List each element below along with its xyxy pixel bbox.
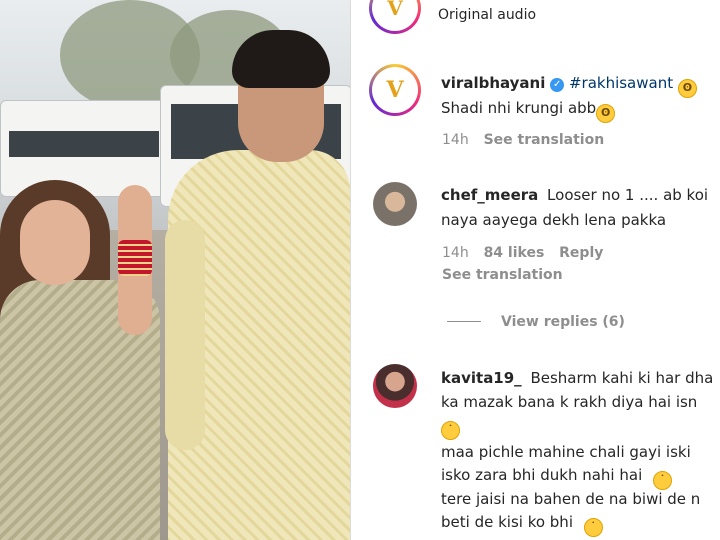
comment-text: naya aayega dekh lena pakka xyxy=(441,211,667,229)
caption-text-line: Shadi nhi krungi abb ʘ xyxy=(441,99,616,123)
view-replies-label: View replies (6) xyxy=(501,314,625,330)
media-woman-face xyxy=(20,200,90,285)
caption-see-translation[interactable]: See translation xyxy=(484,132,605,148)
post-author-avatar[interactable]: V xyxy=(369,64,421,116)
comment-text: tere jaisi na bahen de na biwi de n xyxy=(441,490,701,508)
caption-time: 14h xyxy=(442,132,469,148)
comment-time: 14h xyxy=(442,245,469,261)
media-man-arm xyxy=(165,220,205,450)
comment-likes[interactable]: 84 likes xyxy=(484,245,545,261)
media-bus xyxy=(0,100,167,197)
flushed-face-icon: ʘ xyxy=(596,104,616,123)
comment-emoji-line: ˙ xyxy=(441,416,460,440)
audio-avatar[interactable]: V xyxy=(369,0,421,34)
comment-text: Looser no 1 .... ab koi xyxy=(547,186,709,204)
comment-line: kavita19_ Besharm kahi ki har dha xyxy=(441,369,713,388)
comment-line: isko zara bhi dukh nahi hai ˙ xyxy=(441,466,673,490)
comment-text: Besharm kahi ki har dha xyxy=(530,369,714,387)
media-bangles xyxy=(118,240,152,276)
comment-text: maa pichle mahine chali gayi iski xyxy=(441,443,691,461)
confused-face-icon: ˙ xyxy=(653,471,673,490)
comment-text: ka mazak bana k rakh diya hai isn xyxy=(441,393,698,411)
verified-badge-icon: ✓ xyxy=(550,78,565,92)
comment-reply-button[interactable]: Reply xyxy=(559,245,603,261)
commenter-avatar[interactable] xyxy=(373,364,417,408)
commenter-avatar[interactable] xyxy=(373,182,417,226)
comment-username[interactable]: chef_meera xyxy=(441,186,538,204)
comment-text: isko zara bhi dukh nahi hai xyxy=(441,466,643,484)
caption-header: viralbhayani ✓ #rakhisawant ʘ xyxy=(441,74,697,98)
comment-line: beti de kisi ko bhi ˙ xyxy=(441,513,603,537)
view-replies-button[interactable]: View replies (6) xyxy=(447,314,625,330)
audio-label[interactable]: Original audio xyxy=(438,6,536,25)
caption-text: Shadi nhi krungi abb xyxy=(441,99,597,117)
comment-see-translation[interactable]: See translation xyxy=(442,267,563,283)
comment-line: chef_meera Looser no 1 .... ab koi xyxy=(441,186,708,205)
comment-username[interactable]: kavita19_ xyxy=(441,369,522,387)
post-author-username[interactable]: viralbhayani xyxy=(441,74,545,92)
comments-panel[interactable]: V Original audio V viralbhayani ✓ #rakhi… xyxy=(351,0,720,540)
view-replies-line xyxy=(447,321,481,322)
confused-face-icon: ˙ xyxy=(583,518,603,537)
caption-meta: 14h See translation xyxy=(442,132,604,148)
comment-meta: 14h 84 likes Reply xyxy=(442,245,603,261)
hashtag-link[interactable]: #rakhisawant xyxy=(569,74,673,92)
flushed-face-icon: ʘ xyxy=(677,79,697,98)
comment-text: beti de kisi ko bhi xyxy=(441,513,573,531)
post-media[interactable] xyxy=(0,0,350,540)
confused-face-icon: ˙ xyxy=(441,421,460,440)
